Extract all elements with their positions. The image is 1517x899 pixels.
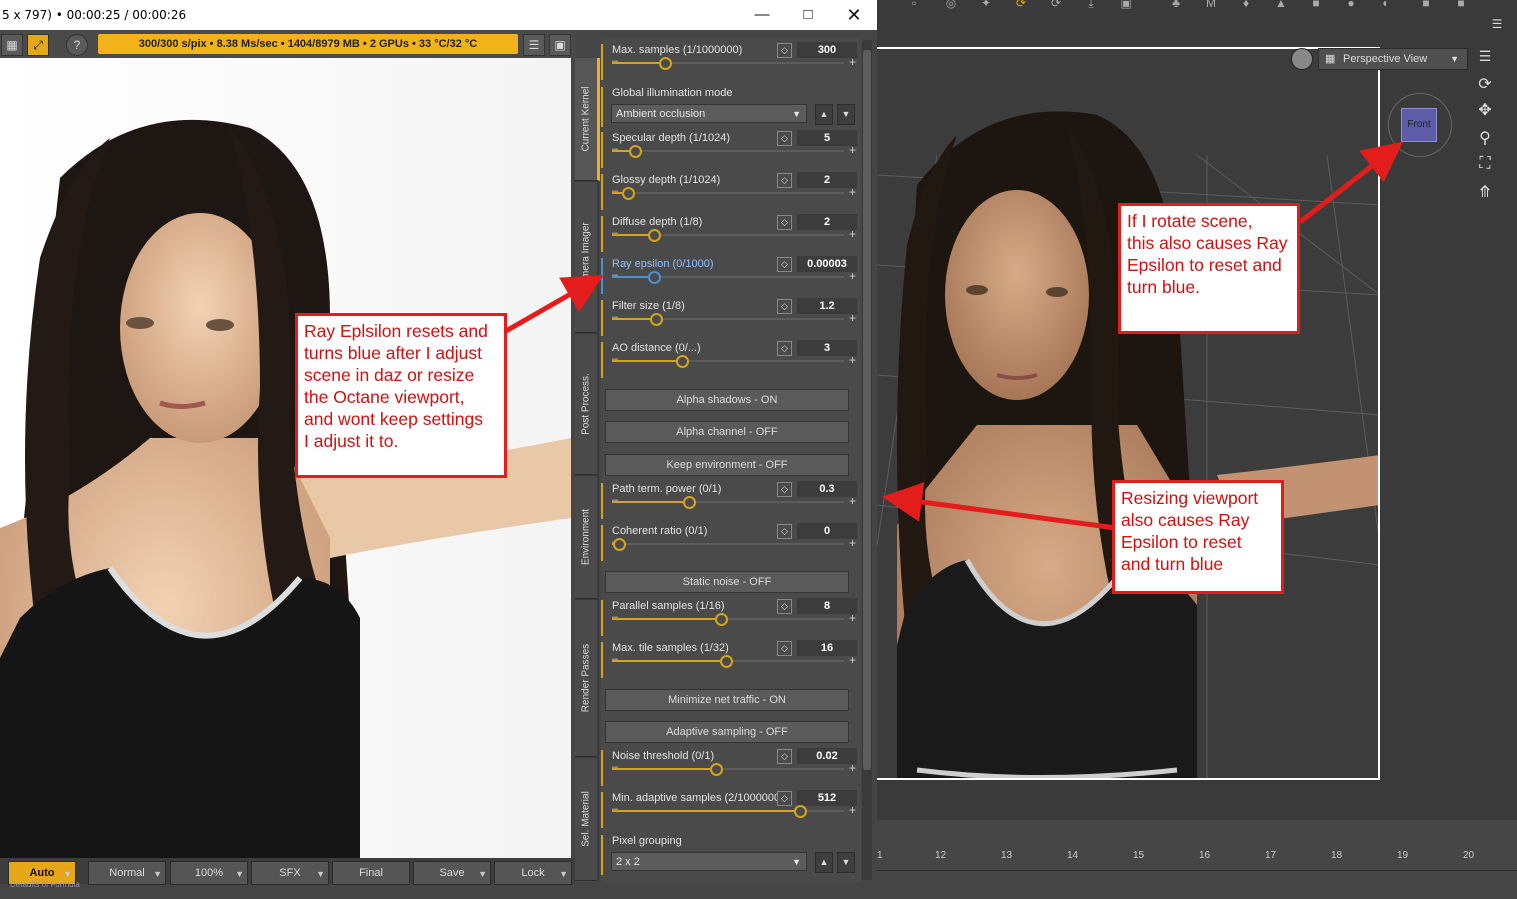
callout-line: also causes Ray	[1121, 510, 1250, 530]
callout-line: this also causes Ray	[1127, 233, 1288, 253]
callout-line: and wont keep settings	[304, 409, 484, 429]
arrow-to-view-cube	[1298, 141, 1403, 224]
arrow-to-ray-epsilon	[504, 275, 604, 334]
arrow-to-viewport-edge	[882, 482, 1117, 531]
callout-line: Epsilon to reset	[1121, 532, 1242, 552]
callout-line: turns blue after I adjust	[304, 343, 483, 363]
callout-line: turn blue.	[1127, 277, 1200, 297]
callout-line: Ray Eplsilon resets and	[304, 321, 488, 341]
callout-line: If I rotate scene,	[1127, 211, 1253, 231]
callout-line: scene in daz or resize	[304, 365, 475, 385]
callout-line: the Octane viewport,	[304, 387, 465, 407]
callout-line: and turn blue	[1121, 554, 1224, 574]
callout-top-right: If I rotate scene, this also causes Ray …	[1118, 203, 1300, 334]
annotation-arrows	[504, 141, 1403, 531]
callout-left: Ray Eplsilon resets and turns blue after…	[295, 313, 507, 478]
callout-line: I adjust it to.	[304, 431, 399, 451]
callout-line: Epsilon to reset and	[1127, 255, 1282, 275]
callout-line: Resizing viewport	[1121, 488, 1259, 508]
callout-bottom-right: Resizing viewport also causes Ray Epsilo…	[1112, 480, 1284, 594]
